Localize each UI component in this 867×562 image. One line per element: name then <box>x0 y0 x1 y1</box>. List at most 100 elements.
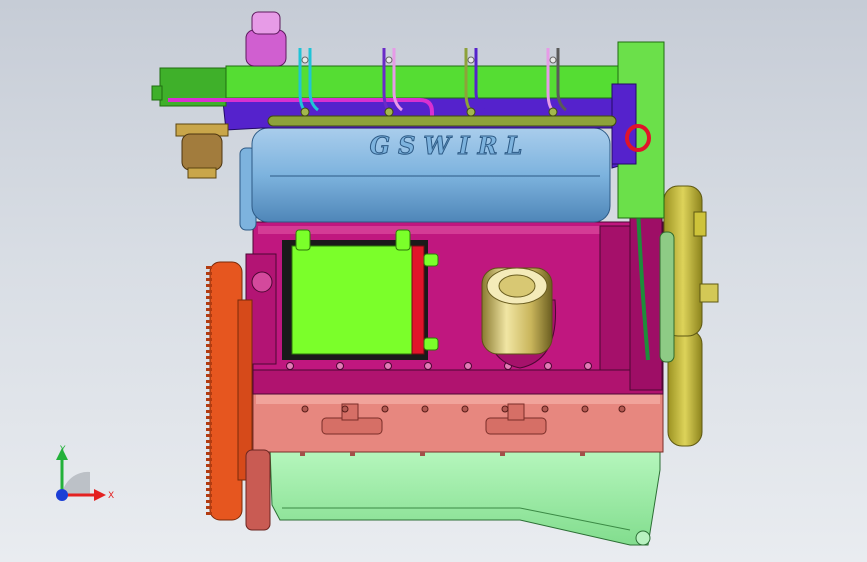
starter-mount[interactable] <box>245 449 271 531</box>
skirt-bolt <box>464 362 472 370</box>
flywheel-tooth <box>206 506 212 509</box>
oil-pan[interactable] <box>269 447 661 546</box>
flywheel-tooth <box>206 350 212 353</box>
flywheel-tooth <box>206 416 212 419</box>
oil-filter-cap-inner <box>498 274 536 298</box>
flywheel-tooth <box>206 404 212 407</box>
injector-body <box>466 107 476 117</box>
block-bolt <box>501 405 509 413</box>
flywheel-tooth <box>206 320 212 323</box>
valve-cover[interactable] <box>225 65 631 99</box>
oil-filler-neck <box>245 29 287 67</box>
injector-fitting <box>301 56 309 64</box>
flywheel-tooth <box>206 422 212 425</box>
front-cover <box>629 199 663 391</box>
throttle-linkage <box>151 85 163 101</box>
pan-bolt <box>580 452 585 456</box>
flywheel-tooth <box>206 452 212 455</box>
flywheel-tooth <box>206 344 212 347</box>
flywheel-tooth <box>206 374 212 377</box>
skirt-bolt <box>336 362 344 370</box>
flywheel-tooth <box>206 392 212 395</box>
skirt-bolt <box>384 362 392 370</box>
triad-z-axis <box>56 489 68 501</box>
flywheel-tooth <box>206 272 212 275</box>
flywheel-tooth <box>206 482 212 485</box>
flywheel[interactable] <box>209 261 243 521</box>
flywheel-tooth <box>206 356 212 359</box>
thermostat-outlet <box>187 167 217 179</box>
injector-fitting <box>549 56 557 64</box>
cooler-port-1[interactable] <box>295 229 311 251</box>
flywheel-tooth <box>206 386 212 389</box>
pulley-bolt-top <box>693 211 707 237</box>
bellhousing-port <box>251 271 273 293</box>
flywheel-tooth <box>206 278 212 281</box>
pan-bolt <box>350 452 355 456</box>
flywheel-tooth <box>206 494 212 497</box>
triad-x-label: X <box>108 491 114 501</box>
injector-body <box>300 107 310 117</box>
graphics-viewport[interactable]: GSWIRL Y X <box>0 0 867 562</box>
flywheel-tooth <box>206 500 212 503</box>
flywheel-tooth <box>206 476 212 479</box>
engine-model[interactable]: GSWIRL <box>0 0 867 562</box>
flywheel-tooth <box>206 284 212 287</box>
skirt-bolt <box>544 362 552 370</box>
oil-cooler[interactable] <box>291 245 413 355</box>
drain-plug[interactable] <box>635 530 651 546</box>
flywheel-tooth <box>206 314 212 317</box>
cooler-port-2[interactable] <box>395 229 411 251</box>
block-skirt-bolts <box>286 362 644 370</box>
flywheel-tooth <box>206 302 212 305</box>
block-bolt <box>461 405 469 413</box>
skirt-bolt <box>424 362 432 370</box>
flywheel-tooth <box>206 470 212 473</box>
thermostat-housing[interactable] <box>181 133 223 171</box>
flywheel-tooth <box>206 332 212 335</box>
flywheel-tooth <box>206 266 212 269</box>
coordinate-triad: Y X <box>56 445 114 501</box>
block-bolt <box>301 405 309 413</box>
triad-x-arrow <box>94 489 106 501</box>
block-bolt <box>421 405 429 413</box>
oil-filler-cap[interactable] <box>251 11 281 35</box>
flywheel-tooth <box>206 512 212 515</box>
flywheel-tooth <box>206 308 212 311</box>
flywheel-tooth <box>206 398 212 401</box>
flywheel-tooth <box>206 362 212 365</box>
triad-y-label: Y <box>59 445 66 455</box>
block-bolt <box>618 405 626 413</box>
flywheel-tooth <box>206 464 212 467</box>
mount-tab-right <box>507 403 525 421</box>
injector-fitting <box>467 56 475 64</box>
injector-body <box>384 107 394 117</box>
block-bolt <box>581 405 589 413</box>
block-bolt <box>381 405 389 413</box>
block-bolt <box>541 405 549 413</box>
block-bolt <box>341 405 349 413</box>
flywheel-tooth <box>206 440 212 443</box>
skirt-bolt <box>584 362 592 370</box>
flywheel-tooth <box>206 368 212 371</box>
pan-bolt <box>420 452 425 456</box>
fuel-rail[interactable] <box>267 115 617 127</box>
flywheel-tooth <box>206 296 212 299</box>
pulley-nut <box>699 283 719 303</box>
flywheel-tooth <box>206 410 212 413</box>
flywheel-tooth <box>206 338 212 341</box>
flywheel-tooth <box>206 458 212 461</box>
injector-fitting <box>385 56 393 64</box>
cooler-port-3[interactable] <box>423 253 439 267</box>
flywheel-tooth <box>206 428 212 431</box>
flywheel-tooth <box>206 446 212 449</box>
cooler-port-4[interactable] <box>423 337 439 351</box>
drive-belt <box>659 231 675 363</box>
injector-body <box>548 107 558 117</box>
flywheel-tooth <box>206 326 212 329</box>
skirt-bolt <box>286 362 294 370</box>
flywheel-tooth <box>206 290 212 293</box>
cover-lettering: GSWIRL <box>370 131 531 160</box>
pan-bolt <box>300 452 305 456</box>
block-skirt <box>252 369 664 395</box>
